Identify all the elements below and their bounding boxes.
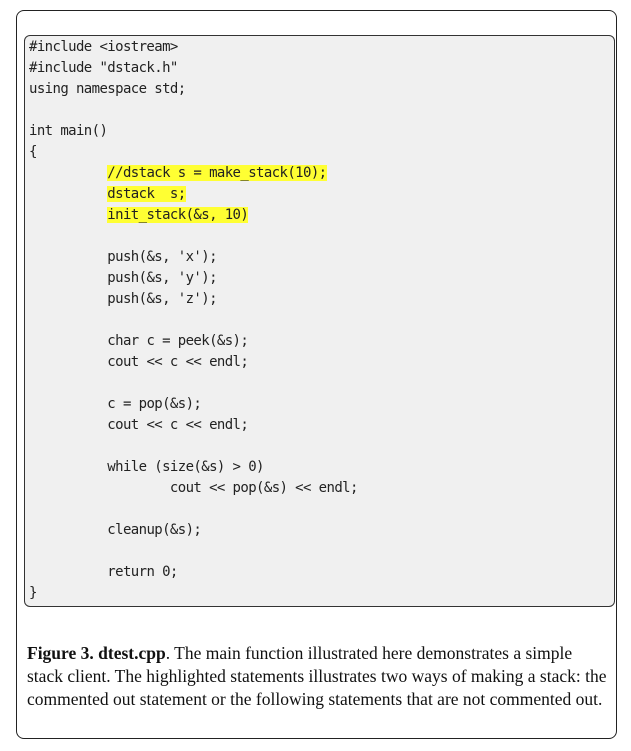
highlighted-code-text: init_stack(&s, 10) — [107, 207, 249, 223]
code-text: cout << c << endl; — [107, 417, 249, 433]
figure-caption: Figure 3. dtest.cpp. The main function i… — [27, 642, 610, 711]
code-text: push(&s, 'x'); — [107, 249, 217, 265]
code-text: push(&s, 'y'); — [107, 270, 217, 286]
code-line: push(&s, 'x'); — [29, 247, 358, 268]
code-text: cout << c << endl; — [107, 354, 249, 370]
code-text: } — [29, 585, 37, 601]
code-text: int main() — [29, 123, 108, 139]
code-text: push(&s, 'z'); — [107, 291, 217, 307]
code-line: cout << pop(&s) << endl; — [29, 478, 358, 499]
code-line: { — [29, 142, 358, 163]
code-line: push(&s, 'z'); — [29, 289, 358, 310]
highlighted-code-text: dstack s; — [107, 186, 186, 202]
code-line: cout << c << endl; — [29, 415, 358, 436]
code-line: } — [29, 583, 358, 604]
code-line: dstack s; — [29, 184, 358, 205]
code-line: while (size(&s) > 0) — [29, 457, 358, 478]
code-line: c = pop(&s); — [29, 394, 358, 415]
code-text: cleanup(&s); — [107, 522, 202, 538]
caption-title: Figure 3. dtest.cpp — [27, 643, 166, 663]
code-text: #include <iostream> — [29, 39, 178, 55]
code-line: int main() — [29, 121, 358, 142]
code-text: return 0; — [107, 564, 178, 580]
code-line: cout << c << endl; — [29, 352, 358, 373]
code-line: push(&s, 'y'); — [29, 268, 358, 289]
code-text: using namespace std; — [29, 81, 186, 97]
highlighted-code-text: //dstack s = make_stack(10); — [107, 165, 327, 181]
code-listing: #include <iostream> #include "dstack.h" us… — [29, 37, 358, 604]
code-text: cout << pop(&s) << endl; — [169, 480, 358, 496]
code-line: cleanup(&s); — [29, 520, 358, 541]
code-text: while (size(&s) > 0) — [107, 459, 264, 475]
code-text: { — [29, 144, 37, 160]
code-text: #include "dstack.h" — [29, 60, 178, 76]
code-line: char c = peek(&s); — [29, 331, 358, 352]
code-line: using namespace std; — [29, 79, 358, 100]
code-line: #include "dstack.h" — [29, 58, 358, 79]
code-line: return 0; — [29, 562, 358, 583]
code-line: #include <iostream> — [29, 37, 358, 58]
code-text: char c = peek(&s); — [107, 333, 249, 349]
code-line: init_stack(&s, 10) — [29, 205, 358, 226]
code-line: //dstack s = make_stack(10); — [29, 163, 358, 184]
code-text: c = pop(&s); — [107, 396, 202, 412]
